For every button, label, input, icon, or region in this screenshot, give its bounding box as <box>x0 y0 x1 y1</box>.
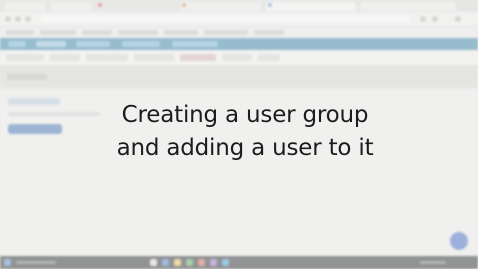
title-line: Creating a user group <box>121 102 369 128</box>
title-card-overlay: Creating a user group and adding a user … <box>0 0 478 269</box>
video-title: Creating a user group and adding a user … <box>60 99 430 165</box>
title-line: and adding a user to it <box>116 135 374 161</box>
